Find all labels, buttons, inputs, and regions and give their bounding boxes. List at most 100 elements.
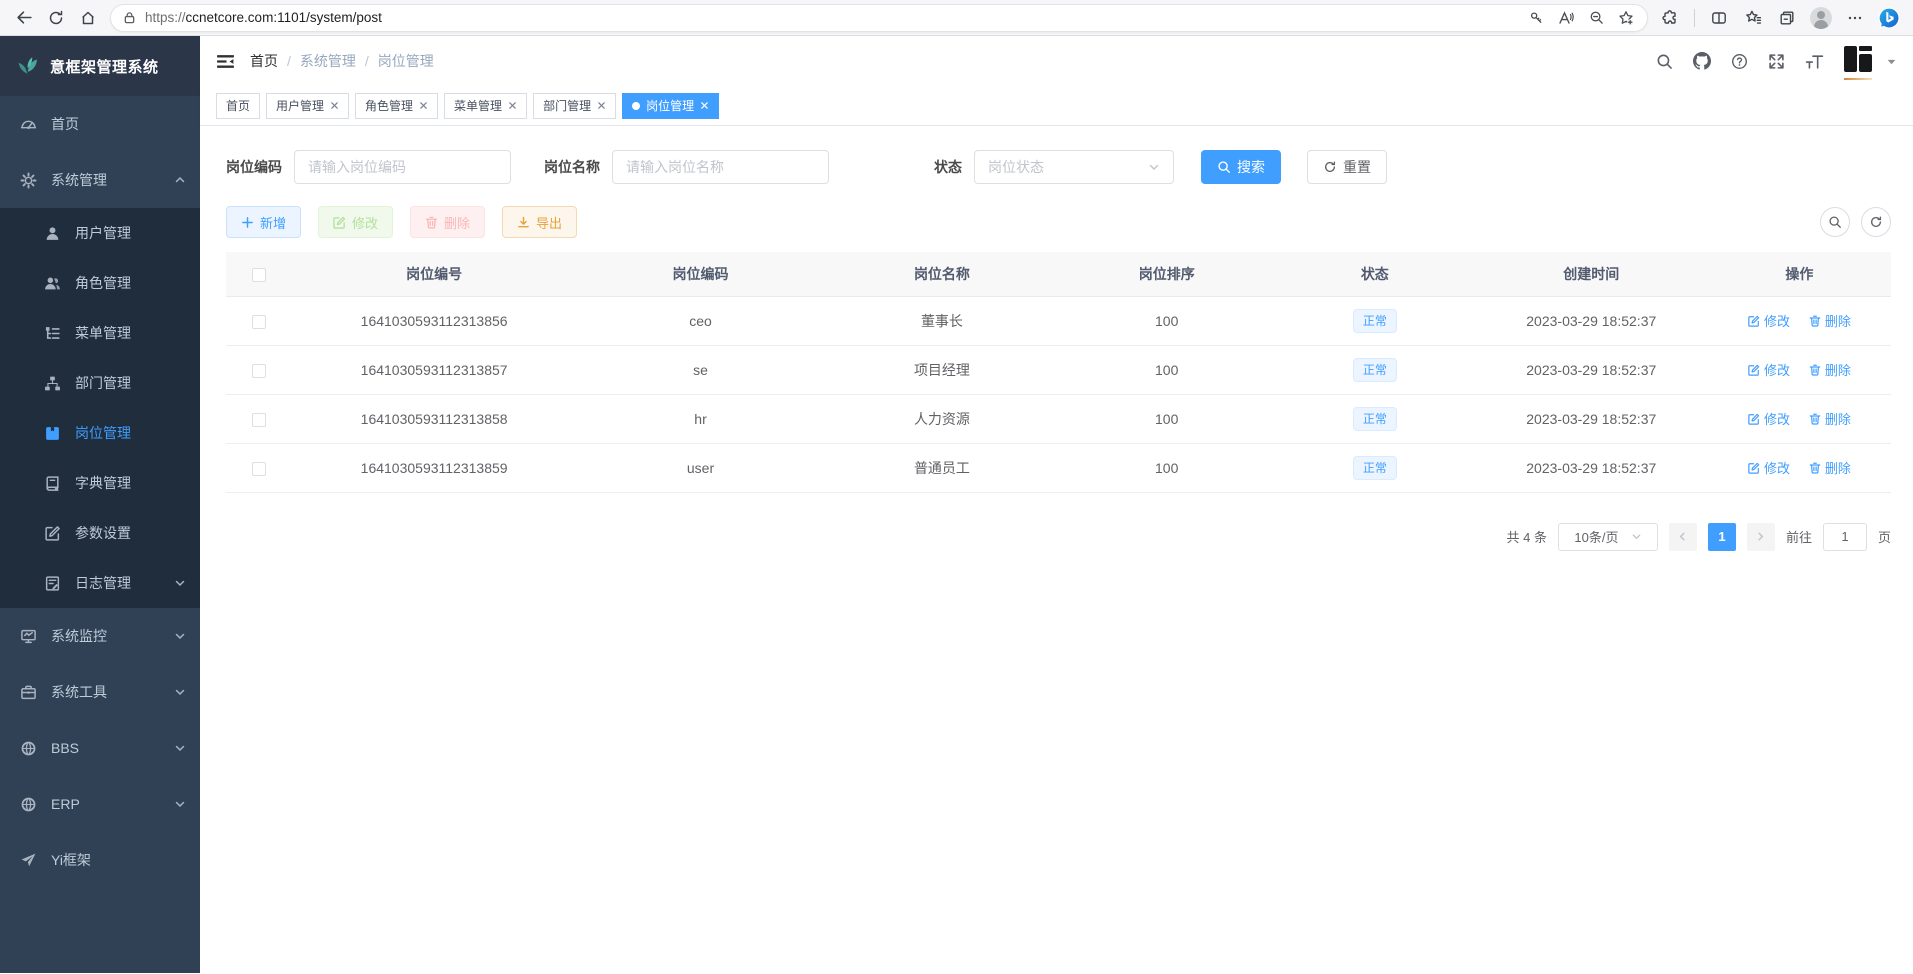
row-checkbox[interactable] <box>252 413 266 427</box>
breadcrumb-separator: / <box>287 53 291 69</box>
tab-roles[interactable]: 角色管理 <box>355 93 438 119</box>
dashboard-icon <box>20 116 37 133</box>
sidebar-item-system[interactable]: 系统管理 <box>0 152 200 208</box>
row-edit-button[interactable]: 修改 <box>1748 458 1790 477</box>
sidebar-item-users[interactable]: 用户管理 <box>0 208 200 258</box>
globe-icon <box>20 796 37 813</box>
zoom-out-icon[interactable] <box>1581 5 1611 31</box>
row-delete-button[interactable]: 删除 <box>1809 458 1851 477</box>
row-edit-button[interactable]: 修改 <box>1748 409 1790 428</box>
favorites-hub-icon[interactable] <box>1737 3 1769 33</box>
sidebar-item-monitor[interactable]: 系统监控 <box>0 608 200 664</box>
sidebar-item-parameters[interactable]: 参数设置 <box>0 508 200 558</box>
sidebar-item-home[interactable]: 首页 <box>0 96 200 152</box>
tab-menus[interactable]: 菜单管理 <box>444 93 527 119</box>
app-window: 意框架管理系统 首页 系统管理 <box>0 36 1913 973</box>
edit-button[interactable]: 修改 <box>318 206 393 238</box>
close-icon[interactable] <box>700 101 709 110</box>
browser-menu-icon[interactable] <box>1839 3 1871 33</box>
read-aloud-icon[interactable] <box>1551 5 1581 31</box>
close-icon[interactable] <box>597 101 606 110</box>
profile-avatar[interactable] <box>1805 3 1837 33</box>
site-lock-icon[interactable] <box>123 11 136 24</box>
split-screen-icon[interactable] <box>1703 3 1735 33</box>
cell-created: 2023-03-29 18:52:37 <box>1475 394 1708 443</box>
tab-users[interactable]: 用户管理 <box>266 93 349 119</box>
fullscreen-icon[interactable] <box>1768 53 1785 70</box>
text-size-icon[interactable] <box>1805 53 1824 70</box>
sidebar-item-menus[interactable]: 菜单管理 <box>0 308 200 358</box>
user-menu[interactable] <box>1844 46 1897 76</box>
export-button[interactable]: 导出 <box>502 206 577 238</box>
row-delete-button[interactable]: 删除 <box>1809 311 1851 330</box>
row-checkbox[interactable] <box>252 315 266 329</box>
sidebar-item-tools[interactable]: 系统工具 <box>0 664 200 720</box>
post-code-input[interactable]: 请输入岗位编码 <box>294 150 511 184</box>
col-created: 创建时间 <box>1475 252 1708 296</box>
sidebar-item-yi-framework[interactable]: Yi框架 <box>0 832 200 888</box>
row-delete-button[interactable]: 删除 <box>1809 360 1851 379</box>
github-icon[interactable] <box>1693 52 1711 70</box>
chevron-down-icon <box>174 686 186 698</box>
browser-refresh-icon[interactable] <box>40 3 72 33</box>
sidebar-item-bbs[interactable]: BBS <box>0 720 200 776</box>
row-edit-button[interactable]: 修改 <box>1748 360 1790 379</box>
sidebar-fold-icon[interactable] <box>216 52 235 71</box>
sidebar-item-posts[interactable]: 岗位管理 <box>0 408 200 458</box>
sidebar-item-dictionary[interactable]: 字典管理 <box>0 458 200 508</box>
url-text: https://ccnetcore.com:1101/system/post <box>145 10 1521 25</box>
cell-created: 2023-03-29 18:52:37 <box>1475 345 1708 394</box>
add-favorite-star-icon[interactable] <box>1611 5 1641 31</box>
tab-posts[interactable]: 岗位管理 <box>622 93 719 119</box>
tab-home[interactable]: 首页 <box>216 93 260 119</box>
sidebar-item-roles[interactable]: 角色管理 <box>0 258 200 308</box>
address-bar[interactable]: https://ccnetcore.com:1101/system/post <box>110 4 1648 32</box>
status-select[interactable]: 岗位状态 <box>974 150 1174 184</box>
row-delete-button[interactable]: 删除 <box>1809 409 1851 428</box>
cell-post-id: 1641030593112313856 <box>293 296 576 345</box>
row-edit-button[interactable]: 修改 <box>1748 311 1790 330</box>
page-size-select[interactable]: 10条/页 <box>1558 523 1658 551</box>
help-icon[interactable] <box>1731 53 1748 70</box>
extensions-icon[interactable] <box>1654 3 1686 33</box>
cell-post-code: hr <box>576 394 826 443</box>
post-name-input[interactable]: 请输入岗位名称 <box>612 150 829 184</box>
cell-post-name: 人力资源 <box>825 394 1058 443</box>
password-key-icon[interactable] <box>1521 5 1551 31</box>
sidebar-item-departments[interactable]: 部门管理 <box>0 358 200 408</box>
collections-icon[interactable] <box>1771 3 1803 33</box>
select-all-checkbox[interactable] <box>252 268 266 282</box>
refresh-table-button[interactable] <box>1861 207 1891 237</box>
sidebar-item-label: 字典管理 <box>75 473 131 493</box>
page-1-button[interactable]: 1 <box>1708 523 1736 551</box>
sidebar-item-label: BBS <box>51 740 79 756</box>
toolbar-divider <box>1694 9 1695 27</box>
prev-page-button[interactable] <box>1669 523 1697 551</box>
app-logo[interactable]: 意框架管理系统 <box>0 36 200 96</box>
close-icon[interactable] <box>508 101 517 110</box>
row-checkbox[interactable] <box>252 462 266 476</box>
browser-home-icon[interactable] <box>72 3 104 33</box>
header-search-icon[interactable] <box>1656 53 1673 70</box>
sidebar-item-logs[interactable]: 日志管理 <box>0 558 200 608</box>
search-button[interactable]: 搜索 <box>1201 150 1281 184</box>
close-icon[interactable] <box>330 101 339 110</box>
tab-departments[interactable]: 部门管理 <box>533 93 616 119</box>
cell-post-id: 1641030593112313857 <box>293 345 576 394</box>
bing-chat-icon[interactable] <box>1873 3 1905 33</box>
delete-button[interactable]: 删除 <box>410 206 485 238</box>
breadcrumb-home[interactable]: 首页 <box>250 51 278 71</box>
close-icon[interactable] <box>419 101 428 110</box>
sidebar-item-erp[interactable]: ERP <box>0 776 200 832</box>
add-button[interactable]: 新增 <box>226 206 301 238</box>
sidebar-item-label: 岗位管理 <box>75 423 131 443</box>
goto-page-input[interactable] <box>1823 523 1867 551</box>
browser-back-icon[interactable] <box>8 3 40 33</box>
table-row: 1641030593112313856 ceo 董事长 100 正常 2023-… <box>226 296 1891 345</box>
table-header-row: 岗位编号 岗位编码 岗位名称 岗位排序 状态 创建时间 操作 <box>226 252 1891 296</box>
toggle-search-button[interactable] <box>1820 207 1850 237</box>
next-page-button[interactable] <box>1747 523 1775 551</box>
row-checkbox[interactable] <box>252 364 266 378</box>
reset-button[interactable]: 重置 <box>1307 150 1387 184</box>
monitor-icon <box>20 628 37 645</box>
